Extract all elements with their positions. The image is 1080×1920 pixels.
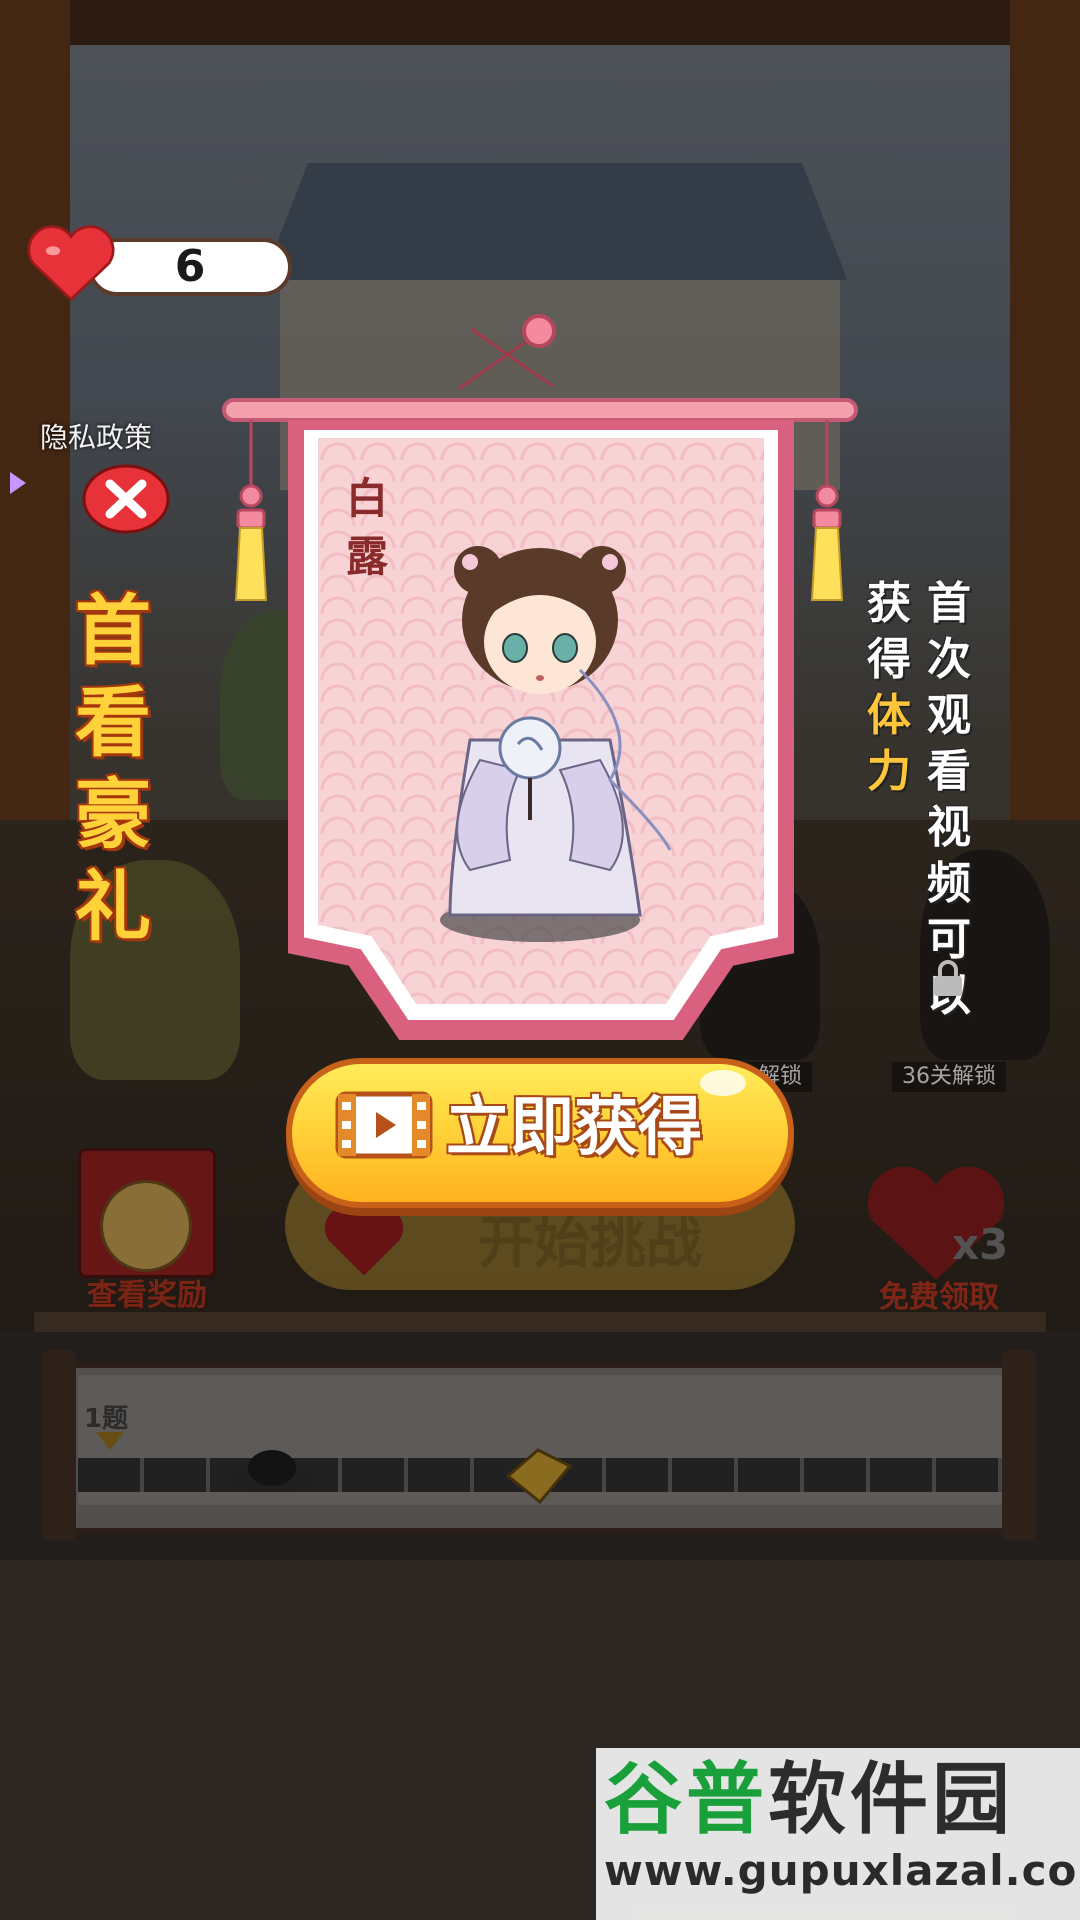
first-watch-gift-title: 首 看 豪 礼 <box>75 585 175 953</box>
reward-char: 得 <box>867 634 911 685</box>
reward-char: 看 <box>927 746 971 797</box>
reward-char: 次 <box>927 634 971 685</box>
lock-icon <box>934 960 962 996</box>
name-char: 白 <box>346 474 389 523</box>
hearts-count: 6 <box>174 241 206 292</box>
reward-char: 视 <box>927 802 971 853</box>
scroll-rod <box>222 398 858 422</box>
reward-text-col1: 获 得 体 力 <box>862 576 916 800</box>
tassel-icon <box>810 420 844 601</box>
reward-char: 频 <box>927 858 971 909</box>
close-icon[interactable] <box>82 464 170 534</box>
promo-char: 豪 <box>75 770 151 859</box>
watermark-title: 谷普软件园 <box>604 1752 1074 1848</box>
character-illustration <box>440 546 672 942</box>
reward-char-highlight: 体 <box>867 690 911 741</box>
watermark-title-green: 谷普 <box>604 1755 769 1845</box>
character-name: 白 露 <box>346 470 396 586</box>
heart-icon <box>27 225 115 302</box>
tassel-icon <box>234 420 268 601</box>
promo-char: 首 <box>75 586 151 675</box>
watermark-url: www.gupuxlazal.com <box>604 1846 1080 1895</box>
arrow-icon[interactable] <box>6 468 30 498</box>
video-icon <box>335 1091 433 1159</box>
reward-char-highlight: 力 <box>867 746 911 797</box>
hanging-knob <box>522 314 556 348</box>
name-char: 露 <box>346 532 389 581</box>
get-now-label[interactable]: 立即获得 <box>446 1088 766 1168</box>
promo-char: 礼 <box>75 862 151 951</box>
reward-char: 获 <box>867 578 911 629</box>
privacy-policy-link[interactable]: 隐私政策 <box>40 416 152 456</box>
watermark-title-dark: 软件园 <box>768 1755 1015 1845</box>
reward-char: 观 <box>927 690 971 741</box>
promo-char: 看 <box>75 678 151 767</box>
reward-char: 首 <box>927 578 971 629</box>
reward-text-col2: 首 次 观 看 视 频 可 以 <box>922 576 976 1024</box>
